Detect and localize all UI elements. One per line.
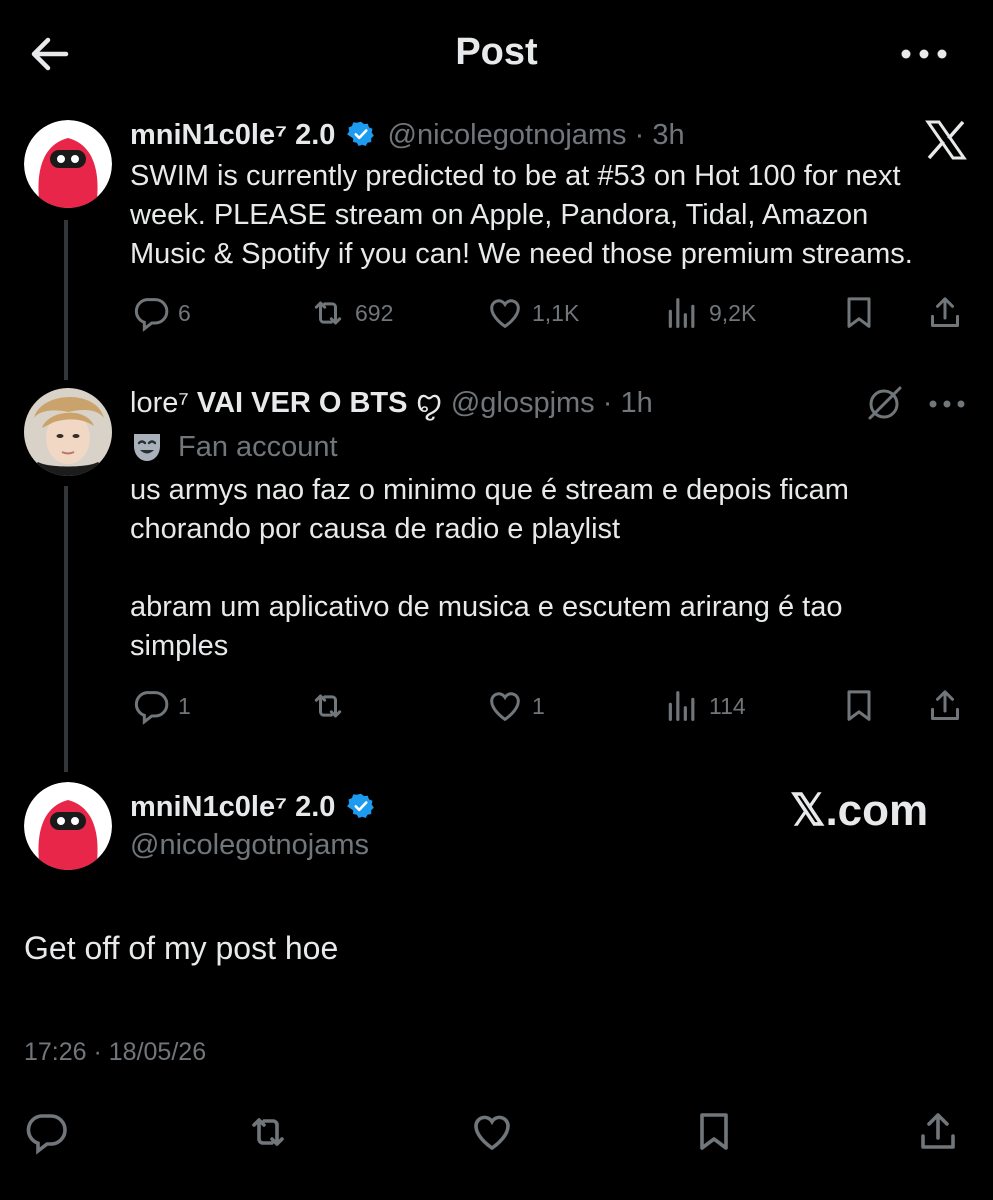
tweet1-actions: 6 692 1,1K 9,2K bbox=[0, 292, 993, 332]
main-actions bbox=[0, 1108, 993, 1156]
share-icon bbox=[924, 292, 966, 334]
tweet1-header: mniN1c0le⁷ 2.0 @nicolegotnojams · 3h bbox=[130, 118, 685, 152]
reply-icon bbox=[130, 685, 172, 727]
fan-account-label: Fan account bbox=[130, 430, 338, 464]
text-line: abram um aplicativo de musica e escutem … bbox=[130, 591, 843, 623]
retweet-icon[interactable] bbox=[244, 1108, 292, 1156]
views-icon bbox=[661, 292, 703, 334]
author-name[interactable]: mniN1c0le⁷ 2.0 bbox=[130, 791, 335, 823]
reply-count: 6 bbox=[178, 299, 191, 326]
retweet-count: 692 bbox=[355, 299, 394, 326]
tweet2-text: us armys nao faz o minimo que é stream e… bbox=[130, 471, 980, 666]
verified-badge-icon bbox=[347, 120, 375, 148]
text-line: Music & Spotify if you can! We need thos… bbox=[130, 238, 913, 270]
text-line: us armys nao faz o minimo que é stream e… bbox=[130, 474, 849, 506]
reply-button[interactable]: 6 bbox=[130, 292, 191, 334]
text-line: week. PLEASE stream on Apple, Pandora, T… bbox=[130, 199, 869, 231]
retweet-icon bbox=[307, 685, 349, 727]
bookmark-button[interactable] bbox=[838, 685, 880, 727]
author-handle[interactable]: @glospjms bbox=[451, 387, 595, 419]
views-button[interactable]: 114 bbox=[661, 685, 746, 727]
view-count: 9,2K bbox=[709, 299, 757, 326]
xcom-watermark: 𝕏.com bbox=[790, 786, 929, 835]
avatar[interactable] bbox=[24, 388, 112, 476]
theater-mask-icon bbox=[130, 430, 164, 464]
post-time: · 3h bbox=[634, 119, 685, 151]
main-post-text: Get off of my post hoe bbox=[24, 930, 339, 966]
like-count: 1,1K bbox=[532, 299, 580, 326]
bookmark-icon[interactable] bbox=[690, 1108, 738, 1156]
tweet1-text: SWIM is currently predicted to be at #53… bbox=[130, 157, 980, 274]
author-name-suffix: ꨄ bbox=[407, 387, 443, 419]
share-icon[interactable] bbox=[914, 1108, 962, 1156]
main-author: mniN1c0le⁷ 2.0 bbox=[130, 790, 375, 824]
reply-count: 1 bbox=[178, 692, 191, 719]
more-options-icon[interactable] bbox=[926, 394, 968, 414]
thread-line bbox=[64, 486, 68, 772]
more-options-icon[interactable] bbox=[896, 34, 952, 74]
reply-button[interactable]: 1 bbox=[130, 685, 191, 727]
views-icon bbox=[661, 685, 703, 727]
label-text: Fan account bbox=[178, 430, 338, 463]
text-line: SWIM is currently predicted to be at #53… bbox=[130, 160, 901, 192]
avatar[interactable] bbox=[24, 782, 112, 870]
like-count: 1 bbox=[532, 692, 545, 719]
bookmark-button[interactable] bbox=[838, 292, 880, 334]
retweet-button[interactable] bbox=[307, 685, 349, 727]
bookmark-icon bbox=[838, 685, 880, 727]
author-name[interactable]: mniN1c0le⁷ 2.0 bbox=[130, 119, 335, 151]
view-count: 114 bbox=[709, 692, 746, 719]
retweet-icon bbox=[307, 292, 349, 334]
verified-badge-icon bbox=[347, 792, 375, 820]
avatar[interactable] bbox=[24, 120, 112, 208]
heart-icon[interactable] bbox=[468, 1108, 516, 1156]
text-line: simples bbox=[130, 630, 229, 662]
reply-icon bbox=[130, 292, 172, 334]
share-button[interactable] bbox=[924, 685, 966, 727]
author-name[interactable]: VAI VER O BTS bbox=[197, 387, 408, 419]
post-time: · 1h bbox=[602, 387, 653, 419]
views-button[interactable]: 9,2K bbox=[661, 292, 756, 334]
page-title: Post bbox=[455, 31, 538, 73]
text-line: chorando por causa de radio e playlist bbox=[130, 513, 621, 545]
tweet2-header: lore⁷ VAI VER O BTS ꨄ @glospjms · 1h bbox=[130, 386, 653, 420]
retweet-button[interactable]: 692 bbox=[307, 292, 393, 334]
like-button[interactable]: 1,1K bbox=[484, 292, 579, 334]
post-timestamp: 17:26 · 18/05/26 bbox=[24, 1038, 207, 1066]
like-button[interactable]: 1 bbox=[484, 685, 545, 727]
author-name-prefix[interactable]: lore⁷ bbox=[130, 387, 197, 419]
heart-icon bbox=[484, 685, 526, 727]
share-button[interactable] bbox=[924, 292, 966, 334]
reply-icon[interactable] bbox=[22, 1108, 70, 1156]
x-logo-icon bbox=[924, 118, 968, 162]
share-icon bbox=[924, 685, 966, 727]
grok-icon[interactable] bbox=[864, 384, 904, 424]
author-handle[interactable]: @nicolegotnojams bbox=[388, 119, 627, 151]
heart-icon bbox=[484, 292, 526, 334]
bookmark-icon bbox=[838, 292, 880, 334]
author-handle[interactable]: @nicolegotnojams bbox=[130, 828, 369, 862]
tweet2-actions: 1 1 114 bbox=[0, 685, 993, 725]
